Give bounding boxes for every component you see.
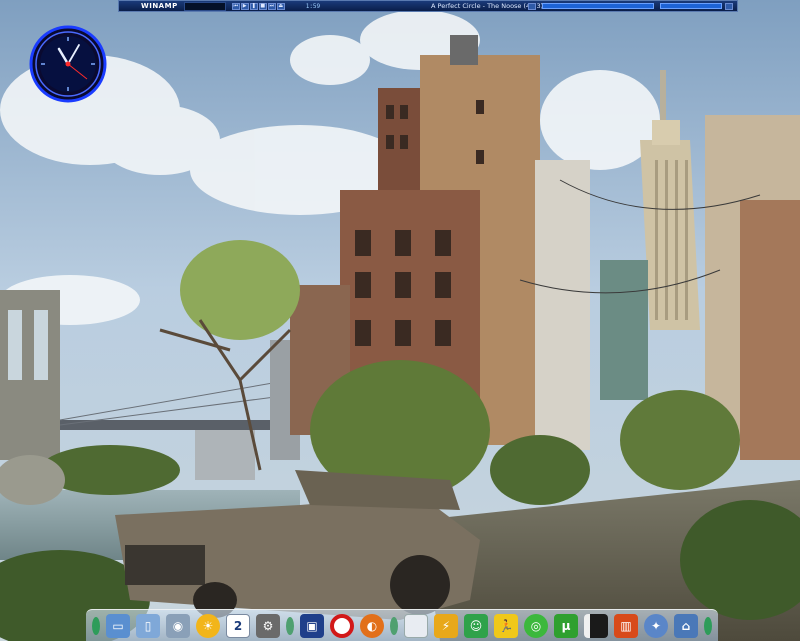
seek-bar[interactable] (542, 3, 654, 9)
visualizer (183, 1, 226, 11)
play-button[interactable]: ▶ (240, 2, 249, 10)
settings-icon[interactable]: ✦ (644, 613, 668, 638)
desktop-wallpaper (0, 0, 800, 641)
opera-icon[interactable] (330, 613, 354, 638)
calendar-day: 2 (233, 618, 243, 633)
stop-button[interactable]: ■ (258, 2, 267, 10)
sun-icon[interactable]: ☀ (196, 613, 220, 638)
media-player-icon[interactable]: ▣ (300, 613, 324, 638)
application-dock: ▭ ▯ ◉ ☀ 2 ⚙ ▣ ◐ ⚡ ☺ 🏃 ◎ µ ▥ ✦ ⌂ (86, 609, 718, 641)
winamp-icon[interactable]: ⚡ (434, 613, 458, 638)
notebook-icon[interactable] (584, 613, 608, 638)
folder-icon[interactable]: ▯ (136, 613, 160, 638)
burn-disc-icon[interactable]: ◉ (166, 613, 190, 638)
playback-controls: ⏮ ▶ ❚ ■ ⏭ ⏏ (231, 2, 286, 10)
msn-messenger-icon[interactable]: ☺ (464, 613, 488, 638)
running-man-icon[interactable]: 🏃 (494, 613, 518, 638)
calendar-icon[interactable]: 2 (226, 613, 250, 638)
books-icon[interactable]: ▥ (614, 613, 638, 638)
pause-button[interactable]: ❚ (249, 2, 258, 10)
previous-button[interactable]: ⏮ (231, 2, 240, 10)
winamp-logo: WINAMP (141, 2, 178, 10)
close-button[interactable] (725, 2, 733, 10)
utorrent-glyph: µ (561, 618, 571, 633)
small-orb-icon[interactable] (286, 616, 294, 635)
small-orb-icon[interactable] (390, 616, 398, 635)
volume-slider[interactable] (660, 3, 722, 9)
document-icon[interactable] (404, 613, 428, 638)
monitor-icon[interactable]: ▭ (106, 613, 130, 638)
winamp-player-bar[interactable]: WINAMP ⏮ ▶ ❚ ■ ⏭ ⏏ 1:59 A Perfect Circle… (118, 0, 738, 12)
track-time: 1:59 (305, 2, 321, 10)
utorrent-icon[interactable]: µ (554, 613, 578, 638)
next-button[interactable]: ⏭ (267, 2, 276, 10)
analog-clock-gadget[interactable] (29, 25, 107, 103)
eject-button[interactable]: ⏏ (276, 2, 285, 10)
green-disc-icon[interactable]: ◎ (524, 613, 548, 638)
network-icon[interactable]: ⌂ (674, 613, 698, 638)
green-orb-icon[interactable] (704, 616, 712, 635)
green-orb-icon[interactable] (92, 616, 100, 635)
menu-button[interactable] (528, 2, 536, 10)
gear-icon[interactable]: ⚙ (256, 613, 280, 638)
firefox-icon[interactable]: ◐ (360, 613, 384, 638)
